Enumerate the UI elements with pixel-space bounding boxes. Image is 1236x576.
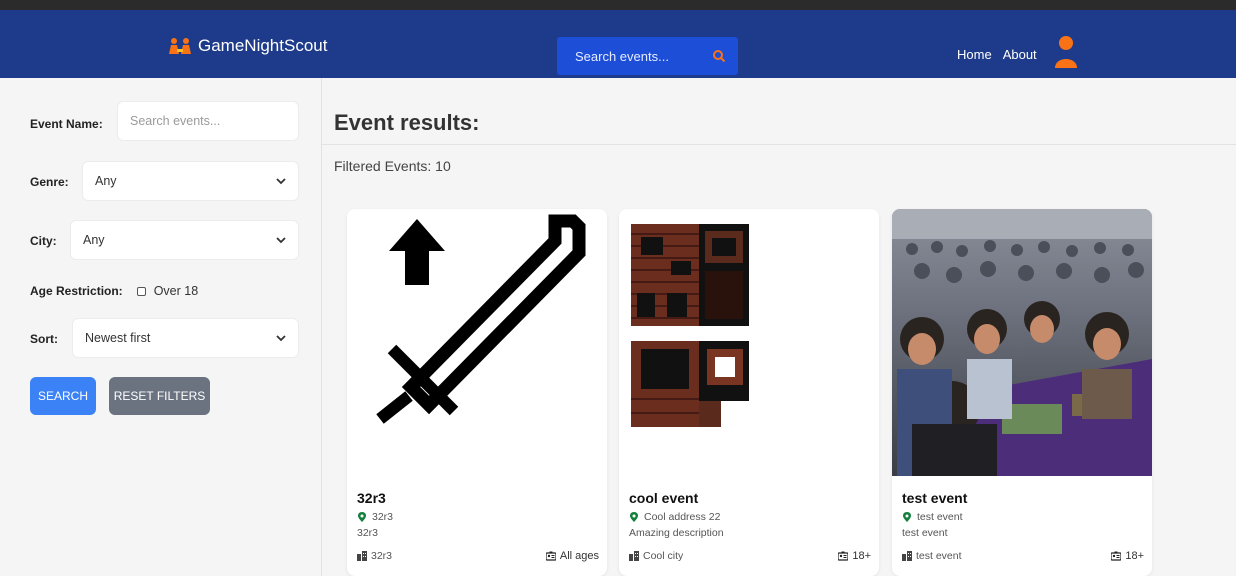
divider — [322, 144, 1236, 145]
filter-sidebar: Event Name: Search events... Genre: Any … — [0, 78, 322, 576]
chevron-down-icon — [276, 334, 286, 341]
event-description: test event — [902, 527, 948, 539]
event-address-text: Cool address 22 — [644, 511, 721, 523]
city-icon — [629, 551, 639, 561]
sort-value: Newest first — [85, 331, 151, 345]
sword-arrow-icon — [347, 209, 607, 476]
pixel-tiles-image — [619, 209, 879, 476]
age-restriction-label: Age Restriction: — [30, 284, 123, 298]
event-age: 18+ — [838, 550, 871, 562]
id-card-icon — [545, 551, 556, 561]
sort-label: Sort: — [30, 332, 58, 346]
event-age-text: 18+ — [1125, 550, 1144, 562]
genre-label: Genre: — [30, 175, 69, 189]
id-card-icon — [838, 551, 849, 561]
event-address: test event — [902, 511, 963, 523]
city-select[interactable]: Any — [70, 220, 299, 260]
sort-select[interactable]: Newest first — [72, 318, 299, 358]
location-pin-icon — [903, 512, 911, 522]
id-card-icon — [1111, 551, 1122, 561]
location-pin-icon — [358, 512, 366, 522]
event-description: Amazing description — [629, 527, 724, 539]
reset-filters-button[interactable]: RESET FILTERS — [109, 377, 210, 415]
age-restriction-row: Age Restriction: Over 18 — [30, 284, 198, 298]
event-address: 32r3 — [357, 511, 393, 523]
event-address: Cool address 22 — [629, 511, 720, 523]
window-top-strip — [0, 0, 1236, 10]
location-pin-icon — [630, 512, 638, 522]
nav-link-home[interactable]: Home — [957, 47, 992, 62]
event-city-text: Cool city — [643, 550, 684, 562]
event-age: 18+ — [1111, 550, 1144, 562]
brand-name: GameNightScout — [198, 36, 328, 55]
event-name-input[interactable]: Search events... — [117, 101, 299, 141]
over-18-option[interactable]: Over 18 — [136, 284, 199, 298]
event-title: cool event — [629, 490, 699, 506]
event-age-text: 18+ — [852, 550, 871, 562]
event-city-text: test event — [916, 550, 962, 562]
brand[interactable]: GameNightScout — [168, 36, 327, 56]
filtered-count: Filtered Events: 10 — [334, 158, 451, 174]
chevron-down-icon — [276, 177, 286, 184]
user-avatar-icon[interactable] — [1055, 34, 1077, 70]
nav-links: Home About — [957, 47, 1037, 62]
crowd-photo — [892, 209, 1152, 476]
event-title: 32r3 — [357, 490, 386, 506]
event-card[interactable]: 32r3 32r3 32r3 32r3 All ages — [347, 209, 607, 576]
city-label: City: — [30, 234, 57, 248]
search-button[interactable]: SEARCH — [30, 377, 96, 415]
navbar: GameNightScout Search events... Home Abo… — [0, 10, 1236, 78]
nav-link-about[interactable]: About — [1003, 47, 1037, 62]
chevron-down-icon — [276, 236, 286, 243]
over-18-label: Over 18 — [153, 284, 199, 298]
event-name-label: Event Name: — [30, 117, 103, 131]
brand-logo-icon — [169, 38, 191, 54]
event-description: 32r3 — [357, 527, 379, 539]
event-card[interactable]: test event test event test event test ev… — [892, 209, 1152, 576]
results-panel: Event results: Filtered Events: 10 32r3 … — [322, 78, 1236, 576]
event-city-text: 32r3 — [371, 550, 393, 562]
genre-select[interactable]: Any — [82, 161, 299, 201]
over-18-checkbox[interactable] — [136, 286, 146, 296]
nav-search-input[interactable]: Search events... — [557, 37, 738, 75]
event-city: 32r3 — [357, 550, 392, 562]
event-city: test event — [902, 550, 962, 562]
genre-value: Any — [95, 174, 117, 188]
event-age: All ages — [545, 550, 599, 562]
event-title: test event — [902, 490, 968, 506]
page-title: Event results: — [334, 110, 480, 135]
search-icon[interactable] — [712, 49, 726, 63]
event-address-text: test event — [917, 511, 963, 523]
nav-search-placeholder: Search events... — [575, 48, 669, 64]
event-city: Cool city — [629, 550, 683, 562]
event-card[interactable]: cool event Cool address 22 Amazing descr… — [619, 209, 879, 576]
event-address-text: 32r3 — [372, 511, 394, 523]
city-icon — [357, 551, 367, 561]
city-value: Any — [83, 233, 105, 247]
city-icon — [902, 551, 912, 561]
event-age-text: All ages — [559, 550, 599, 562]
event-name-placeholder: Search events... — [130, 114, 221, 128]
